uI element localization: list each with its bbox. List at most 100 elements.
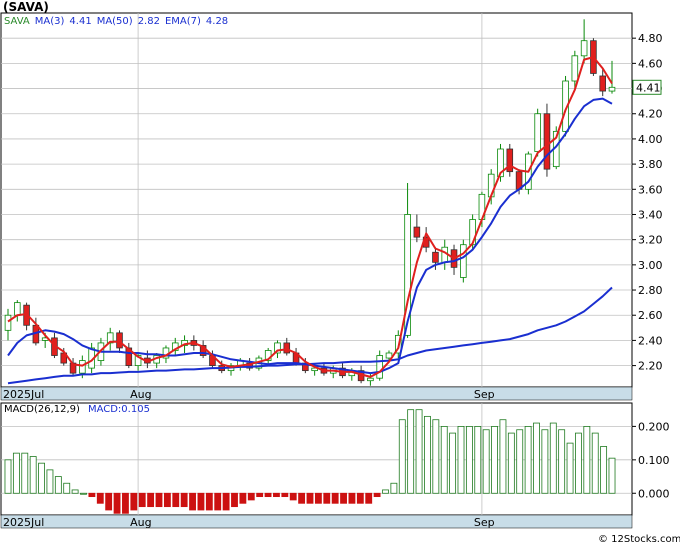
- macd-bar-positive: [575, 432, 582, 494]
- macd-bar-positive: [432, 419, 440, 494]
- macd-bar-negative: [340, 492, 347, 504]
- macd-bar-negative: [113, 492, 121, 514]
- macd-bar-positive: [12, 452, 20, 494]
- macd-bar-positive: [533, 422, 540, 494]
- legend-sava-label: SAVA: [4, 16, 30, 27]
- macd-bar-positive: [46, 469, 54, 494]
- macd-bar-negative: [264, 492, 272, 498]
- macd-bar-positive: [415, 409, 423, 494]
- candle-up: [367, 377, 374, 382]
- macd-bar-positive: [541, 429, 549, 494]
- price-x-tick-label: 2025Jul: [3, 388, 44, 401]
- last-price-label: 4.41: [636, 81, 661, 94]
- macd-bar-positive: [71, 489, 79, 494]
- price-date-band: [0, 386, 633, 401]
- macd-bar-positive: [583, 426, 591, 494]
- macd-bar-positive: [549, 422, 557, 494]
- macd-y-tick-label: 0.000: [638, 487, 670, 500]
- macd-bar-negative: [298, 492, 306, 504]
- macd-bar-positive: [465, 426, 473, 494]
- macd-bar-negative: [306, 492, 314, 504]
- macd-y-tick-label: 0.200: [638, 420, 670, 433]
- macd-bar-positive: [608, 457, 616, 494]
- candle-up: [79, 360, 86, 374]
- macd-bar-negative: [205, 492, 213, 511]
- candle-down: [413, 226, 421, 238]
- price-y-tick-label: 3.40: [638, 208, 663, 221]
- macd-bar-positive: [21, 452, 29, 494]
- macd-bar-positive: [457, 426, 465, 494]
- candle-up: [460, 244, 467, 278]
- macd-bar-positive: [80, 492, 87, 495]
- price-y-tick-label: 4.20: [638, 108, 663, 121]
- macd-legend-value: MACD:0.105: [88, 404, 150, 415]
- macd-bar-negative: [96, 492, 104, 504]
- macd-bar-negative: [138, 492, 146, 508]
- macd-bar-positive: [449, 432, 457, 494]
- macd-bar-negative: [373, 492, 381, 498]
- macd-bar-negative: [130, 492, 138, 511]
- macd-bar-positive: [38, 462, 45, 494]
- macd-bar-negative: [289, 492, 297, 501]
- macd-bar-negative: [163, 492, 171, 508]
- macd-bar-negative: [247, 492, 255, 501]
- macd-bar-negative: [180, 492, 188, 508]
- price-y-tick-label: 2.80: [638, 284, 663, 297]
- macd-bar-positive: [591, 432, 599, 494]
- candle-down: [283, 342, 291, 354]
- macd-bar-negative: [281, 492, 289, 498]
- macd-bar-negative: [197, 492, 205, 511]
- macd-bar-positive: [491, 426, 498, 494]
- candle-down: [116, 332, 123, 349]
- price-y-tick-label: 3.80: [638, 158, 663, 171]
- macd-bar-negative: [323, 492, 331, 504]
- macd-bar-negative: [88, 492, 96, 498]
- macd-bar-positive: [398, 419, 406, 494]
- macd-bar-negative: [256, 492, 264, 498]
- macd-bar-negative: [214, 492, 222, 511]
- macd-bar-positive: [566, 442, 574, 494]
- macd-bar-negative: [356, 492, 364, 504]
- candle-up: [376, 355, 383, 379]
- macd-bar-positive: [507, 432, 515, 494]
- macd-bar-positive: [558, 429, 566, 494]
- candle-up: [580, 40, 588, 57]
- stock-chart: (SAVA)2025Jul2025JulAugAugSepSepOctOct2.…: [0, 0, 680, 545]
- macd-bar-positive: [382, 489, 389, 494]
- macd-bar-positive: [4, 459, 12, 494]
- price-y-tick-label: 4.00: [638, 133, 663, 146]
- macd-y-tick-label: 0.100: [638, 454, 670, 467]
- macd-bar-positive: [29, 456, 37, 494]
- price-y-tick-label: 2.20: [638, 360, 663, 373]
- macd-bar-positive: [499, 419, 507, 494]
- legend-ma50-value: 2.82: [138, 16, 160, 27]
- ticker-title: (SAVA): [3, 0, 49, 14]
- candle-up: [534, 113, 541, 152]
- macd-bar-positive: [474, 426, 482, 494]
- macd-bar-negative: [331, 492, 339, 504]
- price-x-tick-label: Aug: [130, 388, 151, 401]
- macd-legend-label: MACD(26,12,9): [4, 404, 80, 415]
- candle-up: [4, 314, 12, 331]
- macd-bar-negative: [231, 492, 238, 508]
- macd-bar-positive: [600, 446, 608, 494]
- legend-ema7-label: EMA(7): [165, 16, 201, 27]
- price-x-tick-label: Sep: [474, 388, 495, 401]
- legend-ma3-label: MA(3): [35, 16, 65, 27]
- macd-x-tick-label: Aug: [130, 516, 151, 529]
- legend-ma3-value: 4.41: [69, 16, 91, 27]
- macd-bar-negative: [314, 492, 322, 504]
- legend-ema7-value: 4.28: [206, 16, 228, 27]
- macd-x-tick-label: Sep: [474, 516, 495, 529]
- price-y-tick-label: 3.00: [638, 259, 663, 272]
- macd-bar-negative: [122, 492, 129, 514]
- macd-bar-negative: [273, 492, 280, 498]
- price-y-tick-label: 2.60: [638, 309, 663, 322]
- macd-bar-positive: [390, 482, 398, 494]
- macd-bar-positive: [407, 409, 415, 494]
- macd-bar-negative: [189, 492, 196, 511]
- macd-bar-negative: [222, 492, 230, 511]
- macd-bar-negative: [105, 492, 113, 511]
- macd-bar-positive: [54, 476, 62, 494]
- legend-ma50-label: MA(50): [97, 16, 133, 27]
